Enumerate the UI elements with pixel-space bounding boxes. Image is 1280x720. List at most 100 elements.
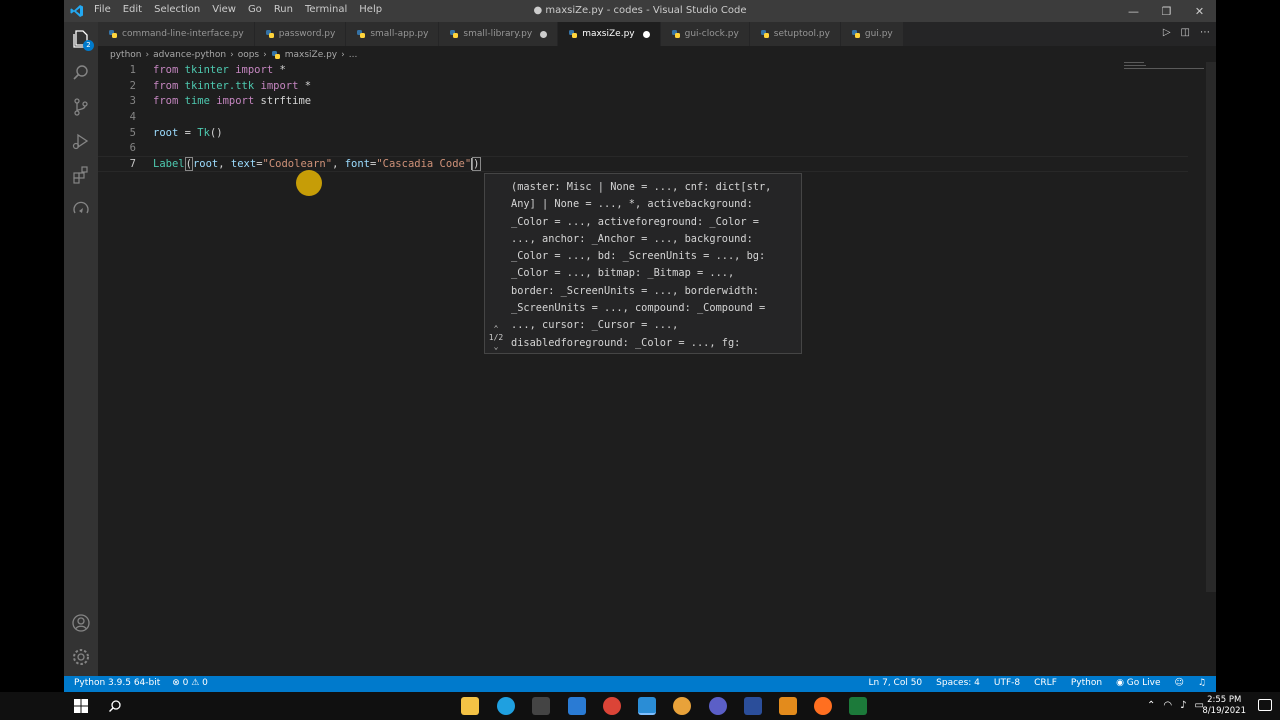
tab-gui-clock[interactable]: gui-clock.py	[660, 22, 750, 46]
python-interpreter[interactable]: Python 3.9.5 64-bit	[74, 678, 160, 688]
go-live-button[interactable]: ◉ Go Live	[1116, 678, 1160, 688]
remote-explorer-icon	[73, 201, 89, 214]
tab-gui[interactable]: gui.py	[840, 22, 904, 46]
encoding[interactable]: UTF-8	[994, 678, 1020, 688]
mail-icon[interactable]	[568, 697, 586, 715]
run-file-icon[interactable]: ▷	[1163, 27, 1171, 38]
explorer-button[interactable]: 2	[64, 22, 98, 56]
store-icon[interactable]	[532, 697, 550, 715]
python-file-icon	[265, 30, 274, 38]
source-control-icon	[74, 98, 88, 116]
accounts-button[interactable]	[64, 606, 98, 640]
minimize-button[interactable]: —	[1117, 0, 1150, 22]
manage-button[interactable]	[64, 640, 98, 674]
bell-icon[interactable]: ♫	[1198, 678, 1206, 688]
tab-label: command-line-interface.py	[122, 29, 244, 39]
python-file-icon	[569, 30, 578, 38]
windows-taskbar: ⌃ ◠ ♪ ▭ 2:55 PM 8/19/2021	[0, 692, 1280, 720]
volume-icon[interactable]: ♪	[1180, 700, 1186, 711]
line-number: 4	[129, 110, 136, 123]
taskbar-search-icon[interactable]	[108, 699, 122, 713]
activity-bar: 2	[64, 22, 98, 676]
keyword-arg: text	[230, 158, 257, 171]
chevron-up-icon[interactable]: ⌃	[485, 324, 507, 333]
run-debug-icon	[72, 133, 89, 150]
taskbar-clock[interactable]: 2:55 PM 8/19/2021	[1202, 695, 1246, 717]
breadcrumb-oops[interactable]: oops	[238, 50, 259, 60]
tab-password[interactable]: password.py	[254, 22, 347, 46]
split-editor-icon[interactable]: ◫	[1181, 27, 1190, 38]
minimap[interactable]	[1124, 62, 1204, 74]
search-button[interactable]	[64, 56, 98, 90]
import-target: *	[279, 63, 286, 76]
separator: ,	[332, 158, 345, 171]
remote-explorer-button[interactable]	[64, 192, 98, 226]
chevron-right-icon: ›	[145, 50, 150, 60]
chevron-down-icon[interactable]: ⌄	[485, 342, 507, 351]
extensions-button[interactable]	[64, 158, 98, 192]
python-file-icon	[851, 30, 860, 38]
editor-app-icon[interactable]	[744, 697, 762, 715]
unsaved-dot-icon[interactable]	[540, 30, 548, 38]
tab-maxsize[interactable]: maxsiZe.py	[558, 22, 661, 46]
account-icon	[72, 614, 90, 632]
source-control-button[interactable]	[64, 90, 98, 124]
more-actions-icon[interactable]: ⋯	[1200, 27, 1210, 38]
breadcrumb-symbol[interactable]: ...	[349, 50, 358, 60]
vscode-taskbar-icon[interactable]	[638, 697, 656, 715]
pycharm-icon[interactable]	[849, 697, 867, 715]
line-number: 3	[129, 95, 136, 108]
language-mode[interactable]: Python	[1071, 678, 1102, 688]
indentation[interactable]: Spaces: 4	[936, 678, 980, 688]
variable: root	[153, 126, 179, 139]
notification-icon[interactable]	[1258, 699, 1272, 711]
tab-setuptool[interactable]: setuptool.py	[749, 22, 841, 46]
keyword-arg: font	[344, 158, 371, 171]
chevron-right-icon: ›	[230, 50, 234, 60]
problems-indicator[interactable]: ⊗ 0 ⚠ 0	[172, 678, 208, 688]
code-line: 5 root = Tk()	[98, 125, 1188, 141]
close-button[interactable]: ✕	[1183, 0, 1216, 22]
chrome-icon[interactable]	[603, 697, 621, 715]
keyword: from	[153, 95, 179, 108]
breadcrumb-file[interactable]: maxsiZe.py	[285, 50, 337, 60]
terminal-app-icon[interactable]	[709, 697, 727, 715]
code-text: from tkinter import *	[153, 64, 286, 76]
file-explorer-icon[interactable]	[461, 697, 479, 715]
python-file-icon	[109, 30, 117, 38]
sublime-icon[interactable]	[779, 697, 797, 715]
code-line: 2 from tkinter.ttk import *	[98, 78, 1188, 94]
tab-small-library[interactable]: small-library.py	[439, 22, 559, 46]
firefox-icon[interactable]	[814, 697, 832, 715]
windows-start-icon[interactable]	[74, 699, 88, 713]
keyword: import	[260, 79, 299, 92]
broadcast-icon: ◉	[1116, 678, 1127, 688]
tab-small-app[interactable]: small-app.py	[346, 22, 440, 46]
window-title: ● maxsiZe.py - codes - Visual Studio Cod…	[533, 5, 747, 16]
class-name: Tk	[197, 126, 210, 139]
signature-help-popup: ⌃ 1/2 ⌄ (master: Misc | None = ..., cnf:…	[484, 173, 802, 354]
tab-label: gui.py	[864, 29, 893, 39]
gear-icon	[73, 649, 89, 665]
tab-label: password.py	[278, 29, 336, 39]
code-editor[interactable]: 1 from tkinter import * 2 from tkinter.t…	[98, 62, 1198, 676]
line-ending[interactable]: CRLF	[1034, 678, 1057, 688]
breadcrumb-advance-python[interactable]: advance-python	[153, 50, 226, 60]
chevron-up-icon[interactable]: ⌃	[1147, 700, 1155, 711]
code-text: from tkinter.ttk import *	[153, 80, 311, 92]
cursor-position[interactable]: Ln 7, Col 50	[869, 678, 923, 688]
keyword: from	[153, 79, 179, 92]
run-debug-button[interactable]	[64, 124, 98, 158]
breadcrumb-python[interactable]: python	[110, 50, 141, 60]
wifi-icon[interactable]: ◠	[1163, 700, 1172, 711]
maximize-button[interactable]: ❐	[1150, 0, 1183, 22]
feedback-icon[interactable]: ☺	[1175, 678, 1184, 688]
import-target: *	[304, 79, 312, 92]
separator: ,	[218, 158, 231, 171]
edge-browser-icon[interactable]	[497, 697, 515, 715]
chrome-profile-icon[interactable]	[673, 697, 691, 715]
vertical-scrollbar[interactable]	[1206, 62, 1216, 592]
python-file-icon	[357, 30, 366, 38]
tab-command-line-interface[interactable]: command-line-interface.py	[98, 22, 255, 46]
unsaved-dot-icon[interactable]	[642, 30, 650, 38]
